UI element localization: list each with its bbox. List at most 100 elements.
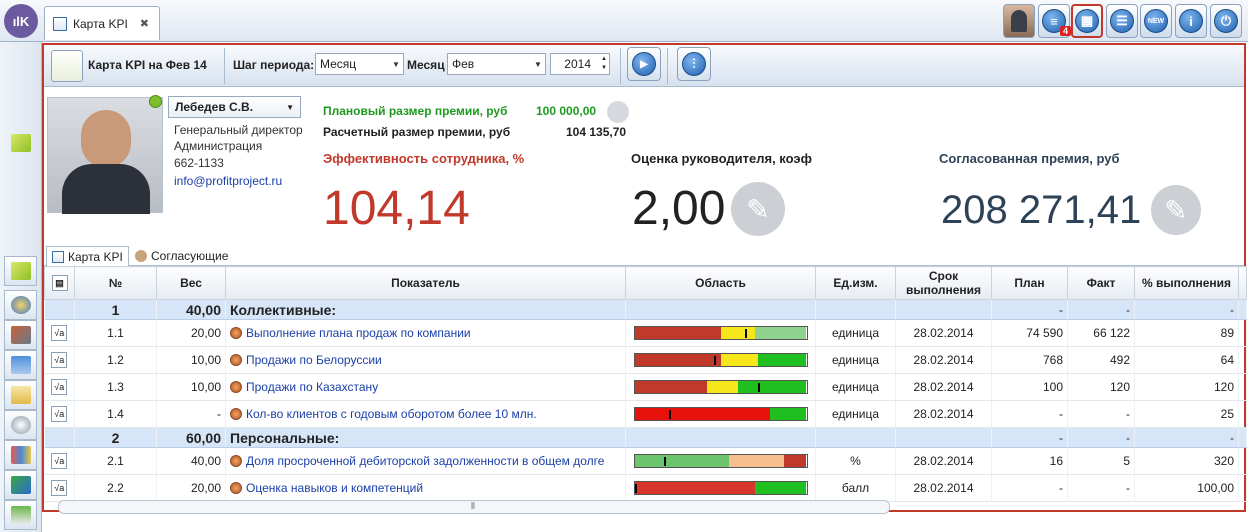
- power-button[interactable]: ⏻: [1210, 4, 1242, 38]
- group-pct: -: [1134, 427, 1239, 448]
- employee-select[interactable]: Лебедев С.В. ▼: [168, 96, 301, 118]
- subtab-approvers[interactable]: Согласующие: [130, 246, 233, 266]
- sidebar-settings[interactable]: [4, 290, 37, 320]
- cubes-button[interactable]: [4, 128, 37, 158]
- table-row[interactable]: √a 1.3 10,00 Продажи по Казахстану единица 28…: [44, 373, 1247, 401]
- avatar-icon: [1011, 10, 1027, 32]
- column-chooser-icon[interactable]: ▤: [51, 275, 68, 291]
- edit-bonus-icon[interactable]: ✎: [1151, 185, 1201, 235]
- tools-icon: [10, 326, 31, 344]
- formula-icon[interactable]: √a: [51, 480, 68, 496]
- bar-marker: [713, 356, 716, 365]
- indicator-link[interactable]: Выполнение плана продаж по компании: [246, 326, 471, 340]
- row-indicator[interactable]: Кол-во клиентов с годовым оборотом более…: [225, 400, 626, 428]
- row-indicator[interactable]: Продажи по Белоруссии: [225, 346, 626, 374]
- close-icon[interactable]: ✖: [140, 17, 149, 30]
- formula-icon[interactable]: √a: [51, 453, 68, 469]
- column-header-extra: [1238, 266, 1247, 300]
- column-header[interactable]: №: [74, 266, 157, 300]
- bar-segment: [754, 482, 807, 494]
- indicator-link[interactable]: Доля просроченной дебиторской задолженно…: [246, 454, 604, 468]
- row-indicator[interactable]: Доля просроченной дебиторской задолженно…: [225, 447, 626, 475]
- year-value: 2014: [564, 57, 591, 71]
- thumbs-up-icon[interactable]: [607, 101, 629, 123]
- group-weight: 60,00: [156, 427, 226, 448]
- column-header[interactable]: Факт: [1067, 266, 1135, 300]
- info-button[interactable]: i: [1175, 4, 1207, 38]
- table-row[interactable]: √a 2.1 40,00 Доля просроченной дебиторской …: [44, 447, 1247, 475]
- sidebar-documents[interactable]: [4, 380, 37, 410]
- indicator-link[interactable]: Продажи по Белоруссии: [246, 353, 382, 367]
- row-extra: [1238, 447, 1247, 475]
- table-row[interactable]: √a 2.2 20,00 Оценка навыков и компетенций ба…: [44, 474, 1247, 502]
- row-formula-cell[interactable]: √a: [44, 400, 75, 428]
- indicator-link[interactable]: Оценка навыков и компетенций: [246, 481, 423, 495]
- row-indicator[interactable]: Выполнение плана продаж по компании: [225, 319, 626, 347]
- column-header[interactable]: Вес: [156, 266, 226, 300]
- bar-segment: [634, 408, 771, 420]
- column-header[interactable]: План: [991, 266, 1068, 300]
- row-formula-cell[interactable]: √a: [44, 346, 75, 374]
- app-logo[interactable]: ılK: [4, 4, 38, 38]
- row-indicator[interactable]: Оценка навыков и компетенций: [225, 474, 626, 502]
- scroll-grip-icon[interactable]: ⦀: [471, 501, 475, 512]
- column-header[interactable]: % выполнения: [1134, 266, 1239, 300]
- formula-icon[interactable]: √a: [51, 325, 68, 341]
- grid-view-button[interactable]: ▦: [1071, 4, 1103, 38]
- subtab-label: Карта KPI: [68, 249, 123, 264]
- row-date: 28.02.2014: [895, 319, 992, 347]
- new-button[interactable]: NEW: [1140, 4, 1172, 38]
- year-spinner[interactable]: 2014 ▲ ▼: [550, 53, 610, 75]
- sidebar-kpi[interactable]: [4, 256, 37, 286]
- row-indicator[interactable]: Продажи по Казахстану: [225, 373, 626, 401]
- apply-button[interactable]: ▶: [627, 47, 661, 81]
- employee-email[interactable]: info@profitproject.ru: [174, 174, 282, 188]
- column-header[interactable]: Показатель: [225, 266, 626, 300]
- row-unit: единица: [815, 319, 896, 347]
- column-header[interactable]: Срок выполнения: [895, 266, 992, 300]
- edit-score-icon[interactable]: ✎: [731, 182, 785, 236]
- sidebar-dashboard[interactable]: [4, 410, 37, 440]
- chevron-down-icon: ▼: [392, 59, 400, 69]
- formula-icon[interactable]: √a: [51, 352, 68, 368]
- horizontal-scrollbar[interactable]: ⦀: [58, 500, 890, 514]
- messages-button[interactable]: ≡ 4: [1038, 4, 1071, 38]
- column-header[interactable]: Область: [625, 266, 816, 300]
- indicator-link[interactable]: Продажи по Казахстану: [246, 380, 378, 394]
- employee-position: Генеральный директор: [174, 123, 303, 137]
- filter-button[interactable]: ⫶: [677, 47, 711, 81]
- user-avatar-button[interactable]: [1003, 4, 1035, 38]
- row-formula-cell[interactable]: √a: [44, 474, 75, 502]
- spinner-arrows-icon[interactable]: ▲ ▼: [601, 55, 607, 73]
- row-pct: 100,00: [1134, 474, 1239, 502]
- table-row[interactable]: √a 1.1 20,00 Выполнение плана продаж по ком…: [44, 319, 1247, 347]
- tab-kpi-map[interactable]: Карта KPI ✖: [44, 6, 160, 40]
- row-area: [625, 346, 816, 374]
- sidebar-tools[interactable]: [4, 320, 37, 350]
- row-unit: балл: [815, 474, 896, 502]
- subtab-kpi-map[interactable]: Карта KPI: [46, 246, 129, 266]
- list-button[interactable]: ☰: [1106, 4, 1138, 38]
- month-select[interactable]: Фев ▼: [447, 53, 546, 75]
- sidebar-reports[interactable]: [4, 440, 37, 470]
- grid-icon: ▦: [1075, 9, 1099, 33]
- formula-icon[interactable]: √a: [51, 379, 68, 395]
- table-row[interactable]: √a 1.2 10,00 Продажи по Белоруссии единица 28…: [44, 346, 1247, 374]
- formula-icon[interactable]: √a: [51, 406, 68, 422]
- sidebar-list[interactable]: [4, 500, 37, 530]
- performance-bar: [633, 481, 808, 495]
- row-formula-cell[interactable]: √a: [44, 319, 75, 347]
- table-row[interactable]: √a 1.4- Кол-во клиентов с годовым оборотом…: [44, 400, 1247, 428]
- period-select[interactable]: Месяц ▼: [315, 53, 404, 75]
- column-header[interactable]: Ед.изм.: [815, 266, 896, 300]
- group-row[interactable]: 2 60,00 Персональные: - - -: [44, 427, 1247, 448]
- sidebar-analytics[interactable]: [4, 470, 37, 500]
- row-unit: единица: [815, 400, 896, 428]
- indicator-link[interactable]: Кол-во клиентов с годовым оборотом более…: [246, 407, 537, 421]
- row-formula-cell[interactable]: √a: [44, 447, 75, 475]
- sidebar-structure[interactable]: [4, 350, 37, 380]
- column-settings-header[interactable]: ▤: [44, 266, 75, 300]
- row-pct: 25: [1134, 400, 1239, 428]
- row-formula-cell[interactable]: √a: [44, 373, 75, 401]
- group-row[interactable]: 1 40,00 Коллективные: - - -: [44, 299, 1247, 320]
